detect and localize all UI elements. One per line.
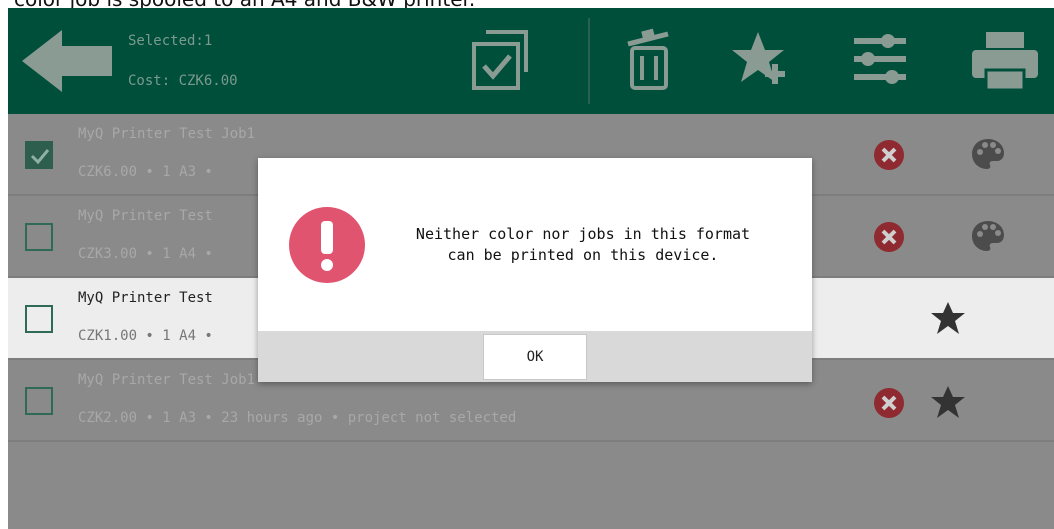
settings-button[interactable] [848, 28, 912, 92]
alert-status [286, 204, 368, 286]
dialog-message-line-1: Neither color nor jobs in this format [415, 225, 751, 243]
job-title: MyQ Printer Test Job1 [78, 372, 256, 388]
star-add-icon [732, 32, 785, 84]
error-status [872, 138, 906, 172]
printer-panel-screen: Selected:1 Cost: CZK6.00 MyQ Printer Tes… [8, 8, 1054, 529]
job-details: CZK1.00 • 1 A4 • [78, 328, 213, 344]
favorite-status [930, 384, 965, 418]
back-arrow-icon [22, 30, 112, 92]
printer-icon [972, 32, 1038, 92]
favorite-button[interactable] [730, 28, 794, 92]
error-status [872, 386, 906, 420]
error-status [872, 220, 906, 254]
total-cost: Cost: CZK6.00 [128, 73, 238, 89]
trash-icon [627, 28, 669, 90]
back-button[interactable] [22, 30, 112, 92]
job-details: CZK3.00 • 1 A4 • [78, 246, 213, 262]
color-status [970, 136, 1004, 170]
delete-button[interactable] [618, 28, 682, 92]
job-title: MyQ Printer Test [78, 290, 213, 306]
error-dialog: Neither color nor jobs in this format ca… [258, 158, 812, 382]
palette-icon [972, 221, 1004, 251]
job-checkbox-4[interactable] [25, 387, 53, 415]
dialog-message-line-2: can be printed on this device. [447, 246, 719, 264]
selected-count: Selected:1 [128, 33, 213, 49]
job-title: MyQ Printer Test Job1 [78, 126, 256, 142]
sliders-icon [854, 34, 906, 84]
select-all-button[interactable] [468, 28, 532, 92]
star-icon [931, 302, 965, 334]
error-icon [874, 140, 904, 170]
job-checkbox-2[interactable] [25, 223, 53, 251]
exclamation-icon [289, 207, 365, 283]
select-all-icon [472, 30, 528, 90]
job-title: MyQ Printer Test [78, 208, 213, 224]
job-details: CZK2.00 • 1 A3 • 23 hours ago • project … [78, 410, 517, 426]
dialog-message: Neither color nor jobs in this format ca… [383, 224, 783, 266]
favorite-status [930, 300, 965, 334]
job-details: CZK6.00 • 1 A3 • [78, 164, 213, 180]
header-toolbar: Selected:1 Cost: CZK6.00 [8, 8, 1054, 114]
error-icon [874, 222, 904, 252]
star-icon [931, 386, 965, 418]
checkmark-icon [30, 149, 50, 165]
toolbar-divider [588, 18, 590, 104]
print-button[interactable] [970, 28, 1038, 92]
ok-button[interactable]: OK [483, 334, 587, 380]
color-status [970, 218, 1004, 252]
palette-icon [972, 139, 1004, 169]
job-checkbox-1[interactable] [25, 141, 53, 169]
job-checkbox-3[interactable] [25, 305, 53, 333]
error-icon [874, 388, 904, 418]
